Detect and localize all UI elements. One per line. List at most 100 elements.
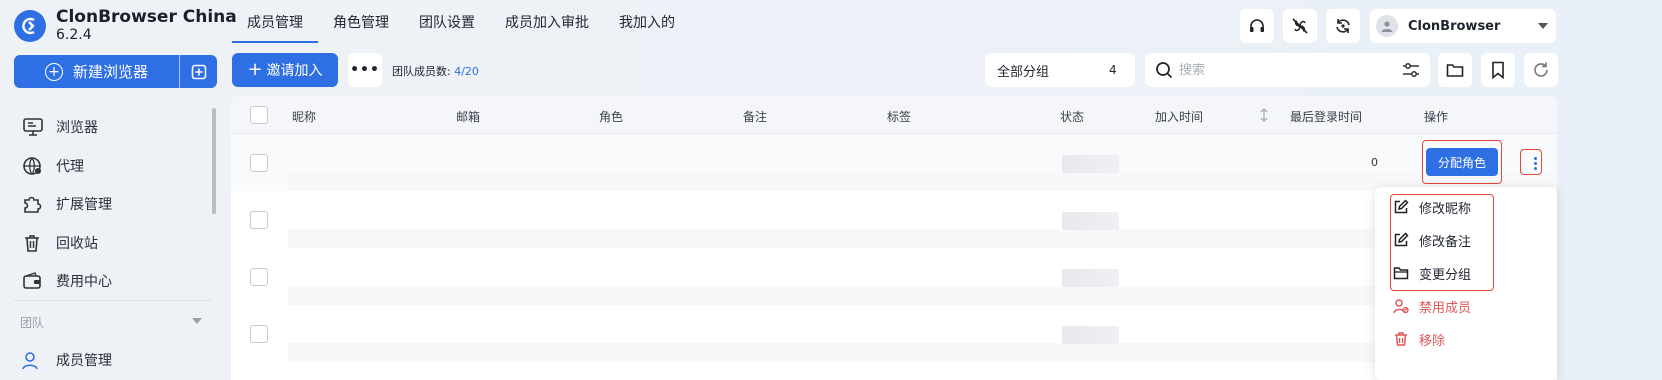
row-action-menu: 修改昵称 修改备注 变更分组 禁用成员 移除: [1375, 187, 1557, 380]
group-select-label: 全部分组: [997, 64, 1050, 80]
sidebar-divider: [14, 300, 211, 301]
search-input[interactable]: [1179, 62, 1379, 78]
search-icon: [1156, 62, 1173, 79]
sidebar-item-label: 浏览器: [56, 120, 98, 137]
tab-member-management[interactable]: 成员管理: [232, 0, 318, 44]
row-checkbox[interactable]: [250, 154, 268, 172]
column-status: 状态: [1060, 110, 1085, 124]
sidebar-item-proxy[interactable]: 代理: [22, 147, 212, 186]
assign-role-button[interactable]: 分配角色: [1426, 148, 1498, 176]
column-join-time: 加入时间: [1155, 110, 1204, 124]
select-all-checkbox[interactable]: [250, 106, 268, 124]
row-checkbox[interactable]: [250, 325, 268, 343]
chevron-down-icon[interactable]: [192, 318, 202, 324]
table-row[interactable]: [231, 134, 1557, 191]
brand: ClonBrowser China 6.2.4: [14, 8, 237, 44]
sidebar-item-label: 费用中心: [56, 274, 112, 291]
tab-joined-teams[interactable]: 我加入的: [604, 0, 690, 44]
support-button[interactable]: [1240, 9, 1274, 43]
column-email: 邮箱: [456, 110, 481, 124]
row-checkbox[interactable]: [250, 268, 268, 286]
sidebar-item-extensions[interactable]: 扩展管理: [22, 185, 212, 224]
tab-team-settings[interactable]: 团队设置: [404, 0, 490, 44]
menu-item-label: 修改备注: [1419, 234, 1472, 250]
wallet-icon: [23, 272, 41, 290]
bookmark-button[interactable]: [1481, 53, 1515, 87]
column-actions: 操作: [1424, 110, 1449, 124]
edit-icon: [1394, 199, 1409, 214]
new-browser-label: 新建浏览器: [72, 63, 148, 81]
status-badge: [1062, 326, 1119, 344]
sidebar-item-label: 扩展管理: [56, 197, 112, 214]
app-logo-icon: [14, 10, 46, 42]
menu-item-label: 移除: [1419, 333, 1446, 349]
plus-icon: +: [247, 59, 263, 80]
refresh-button[interactable]: [1524, 53, 1558, 87]
column-role: 角色: [599, 110, 624, 124]
trash-icon: [25, 234, 39, 252]
bookmark-icon: [1492, 61, 1504, 79]
sidebar-section-team: 团队: [20, 316, 45, 330]
menu-item-edit-nickname[interactable]: 修改昵称: [1393, 197, 1471, 217]
search-box[interactable]: [1145, 53, 1430, 87]
member-count-label: 团队成员数:: [392, 65, 451, 78]
sidebar-item-label: 代理: [56, 158, 84, 175]
user-ban-icon: [1393, 299, 1409, 314]
monitor-icon: [23, 118, 43, 137]
column-note: 备注: [743, 110, 768, 124]
refresh-icon: [1534, 62, 1548, 77]
row-checkbox[interactable]: [250, 211, 268, 229]
headset-icon: [1250, 19, 1264, 32]
new-browser-dropdown-button[interactable]: [179, 55, 217, 88]
sidebar-item-recycle-bin[interactable]: 回收站: [22, 224, 212, 263]
more-horizontal-icon: •••: [350, 62, 380, 78]
tab-role-management[interactable]: 角色管理: [318, 0, 404, 44]
last-login-partial: 0: [1371, 156, 1378, 169]
sidebar-nav: 浏览器 代理 扩展管理 回收站 费用中心: [22, 108, 212, 301]
new-browser-button[interactable]: + 新建浏览器: [14, 55, 217, 88]
sync-button[interactable]: [1326, 9, 1360, 43]
user-menu[interactable]: ClonBrowser: [1370, 9, 1556, 43]
invite-button[interactable]: + 邀请加入: [232, 53, 338, 87]
invite-label: 邀请加入: [266, 63, 323, 79]
avatar: [1376, 15, 1398, 37]
tab-join-approval[interactable]: 成员加入审批: [490, 0, 604, 44]
sidebar-scrollbar[interactable]: [212, 108, 216, 214]
sidebar-item-member-management[interactable]: 成员管理: [22, 350, 112, 370]
menu-item-remove[interactable]: 移除: [1393, 329, 1445, 349]
add-window-icon: [191, 64, 206, 79]
puzzle-icon: [24, 196, 42, 214]
member-count: 团队成员数: 4/20: [392, 63, 479, 79]
sidebar-item-billing[interactable]: 费用中心: [22, 262, 212, 301]
row-more-button[interactable]: [1525, 152, 1545, 174]
menu-item-edit-note[interactable]: 修改备注: [1393, 230, 1471, 250]
fan-off-icon: [1292, 18, 1308, 34]
table-row[interactable]: [231, 248, 1557, 305]
new-browser-main[interactable]: + 新建浏览器: [14, 55, 179, 88]
status-badge: [1062, 269, 1119, 287]
edit-icon: [1394, 232, 1409, 247]
table-row[interactable]: [231, 305, 1557, 362]
group-select[interactable]: 全部分组 4: [985, 53, 1135, 87]
column-last-login: 最后登录时间: [1290, 110, 1363, 124]
app-version: 6.2.4: [56, 27, 92, 43]
users-icon: [22, 352, 38, 370]
filter-sliders-icon[interactable]: [1402, 62, 1420, 78]
menu-item-label: 修改昵称: [1419, 201, 1472, 217]
more-actions-button[interactable]: •••: [348, 53, 382, 87]
menu-item-disable-member[interactable]: 禁用成员: [1393, 296, 1471, 316]
table-row[interactable]: [231, 191, 1557, 248]
sidebar-item-label: 成员管理: [56, 353, 112, 369]
folder-button[interactable]: [1438, 53, 1472, 87]
app-name: ClonBrowser China: [56, 7, 237, 27]
sync-icon: [1336, 19, 1350, 33]
sidebar-item-browser[interactable]: 浏览器: [22, 108, 212, 147]
status-badge: [1062, 155, 1119, 173]
table-header: 昵称 邮箱 角色 备注 标签 状态 加入时间 最后登录时间 操作: [231, 96, 1557, 134]
rpa-disabled-button[interactable]: [1283, 9, 1317, 43]
menu-item-label: 变更分组: [1419, 267, 1472, 283]
members-table: 昵称 邮箱 角色 备注 标签 状态 加入时间 最后登录时间 操作 0 分配角色: [231, 96, 1557, 380]
menu-item-change-group[interactable]: 变更分组: [1393, 263, 1471, 283]
sort-icon[interactable]: [1260, 108, 1268, 122]
top-tabs: 成员管理 角色管理 团队设置 成员加入审批 我加入的: [232, 0, 690, 44]
